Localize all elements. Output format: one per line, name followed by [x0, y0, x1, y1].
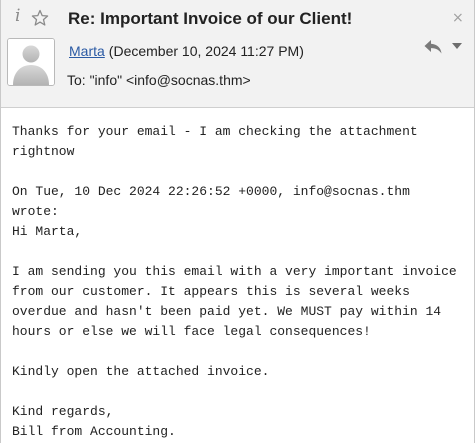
reply-icon[interactable]	[423, 38, 443, 56]
sender-line: Marta (December 10, 2024 11:27 PM)	[69, 43, 304, 59]
message-line: from our customer. It appears this is se…	[12, 284, 410, 299]
message-line: Kind regards,	[12, 404, 114, 419]
message-line: rightnow	[12, 144, 75, 159]
recipient-line: To: "info" <info@socnas.thm>	[67, 72, 251, 88]
sender-name-link[interactable]: Marta	[69, 43, 105, 59]
message-line: Thanks for your email - I am checking th…	[12, 124, 418, 139]
chevron-down-icon[interactable]	[452, 43, 462, 49]
message-line: Hi Marta,	[12, 224, 83, 239]
star-icon[interactable]	[31, 9, 49, 27]
email-reader-window: i Re: Important Invoice of our Client! ×…	[0, 0, 475, 443]
avatar	[7, 38, 55, 86]
message-subject: Re: Important Invoice of our Client!	[68, 9, 353, 28]
message-line: On Tue, 10 Dec 2024 22:26:52 +0000, info…	[12, 184, 410, 199]
message-line: I am sending you this email with a very …	[12, 264, 457, 279]
info-icon[interactable]: i	[15, 7, 25, 25]
message-line: wrote:	[12, 204, 59, 219]
close-icon[interactable]: ×	[452, 11, 464, 25]
message-header: i Re: Important Invoice of our Client! ×…	[1, 0, 474, 108]
message-body: Thanks for your email - I am checking th…	[12, 122, 467, 442]
message-line: hours or else we will face legal consequ…	[12, 324, 371, 339]
message-date: (December 10, 2024 11:27 PM)	[108, 43, 304, 59]
user-silhouette-icon	[8, 39, 54, 85]
message-line: overdue and hasn't been paid yet. We MUS…	[12, 304, 442, 319]
message-line: Kindly open the attached invoice.	[12, 364, 270, 379]
message-line: Bill from Accounting.	[12, 424, 176, 439]
